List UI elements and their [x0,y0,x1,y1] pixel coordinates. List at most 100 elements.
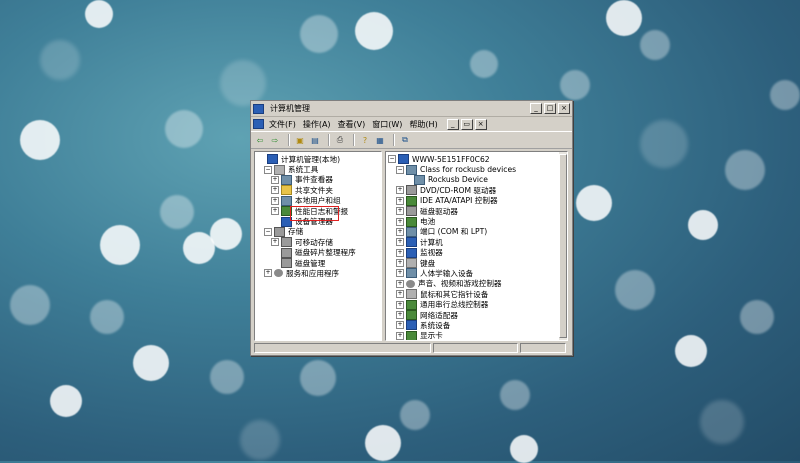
tree-item[interactable]: + 共享文件夹 [257,185,379,196]
child-close-button[interactable]: × [474,118,487,130]
title-bar[interactable]: 计算机管理 _ □ × [251,101,572,117]
device-item[interactable]: + 端口 (COM 和 LPT) [388,226,565,237]
up-folder-icon[interactable]: ▣ [294,135,306,146]
expand-icon[interactable]: + [396,207,404,216]
device-label: Class for rockusb devices [420,165,517,175]
device-item[interactable]: + IDE ATA/ATAPI 控制器 [388,195,565,206]
disk-icon [406,185,417,196]
device-item[interactable]: + 网络适配器 [388,310,565,321]
device-item[interactable]: + 声音、视频和游戏控制器 [388,279,565,289]
expand-icon[interactable]: + [264,269,272,278]
tree-item[interactable]: 磁盘管理 [257,258,379,269]
chip-icon [406,330,417,340]
expand-icon[interactable]: + [271,186,279,195]
expand-icon[interactable]: + [396,269,404,278]
collapse-icon[interactable]: − [264,227,272,236]
device-item[interactable]: + 显示卡 [388,330,565,340]
child-minimize-button[interactable]: _ [446,118,459,130]
console-tree-pane[interactable]: 计算机管理(本地) − 系统工具 + 事件查看器 + 共享文件夹 + 本地用户和组 + 性能日志和警… [254,151,382,341]
toolbar-separator [328,134,330,146]
expand-icon[interactable]: + [396,259,404,268]
expand-icon[interactable]: + [396,227,404,236]
device-label: DVD/CD-ROM 驱动器 [420,185,497,195]
device-item[interactable]: + 监视器 [388,247,565,258]
device-item[interactable]: + 电池 [388,216,565,227]
tree-item[interactable]: + 可移动存储 [257,237,379,248]
device-item[interactable]: Rockusb Device [388,174,565,185]
dev-icon [406,164,417,175]
expand-icon[interactable]: + [271,196,279,205]
dev-icon [406,268,417,279]
print-icon[interactable]: ⎙ [334,135,346,146]
expand-icon[interactable]: + [396,321,404,330]
device-label: Rockusb Device [428,175,488,185]
device-item[interactable]: + 系统设备 [388,320,565,331]
expand-icon[interactable]: + [396,196,404,205]
device-label: 系统设备 [420,320,451,330]
device-item[interactable]: + 人体学输入设备 [388,268,565,279]
menu-window[interactable]: 窗口(W) [372,119,402,130]
tree-label: 服务和应用程序 [286,269,340,278]
expand-icon[interactable]: + [396,186,404,195]
expand-icon[interactable]: + [396,279,404,288]
device-list-pane[interactable]: − WWW-5E151FF0C62− Class for rockusb devic… [385,151,568,341]
tree-item[interactable]: + 本地用户和组 [257,195,379,206]
comp-icon [406,237,417,248]
expand-icon[interactable]: + [271,175,279,184]
window-title: 计算机管理 [270,104,310,113]
menu-help[interactable]: 帮助(H) [409,119,437,130]
tree-item[interactable]: 计算机管理(本地) [257,154,379,165]
collapse-icon[interactable]: − [388,155,396,164]
menu-bar: 文件(F) 操作(A) 查看(V) 窗口(W) 帮助(H) _ ▭ × [251,117,572,131]
disk-icon [281,247,292,258]
collapse-icon[interactable]: − [396,165,404,174]
expand-icon[interactable]: + [396,238,404,247]
folder-icon [281,185,292,196]
menu-file[interactable]: 文件(F) [269,119,296,130]
tree-item[interactable]: + 服务和应用程序 [257,268,379,278]
device-item[interactable]: + 计算机 [388,237,565,248]
tree-item[interactable]: − 系统工具 [257,164,379,175]
mmc-document-icon [253,119,264,129]
minimize-button[interactable]: _ [530,103,542,114]
disk-icon [281,237,292,248]
device-label: 端口 (COM 和 LPT) [420,227,488,237]
chip-icon [406,195,417,206]
tree-item[interactable]: − 存储 [257,226,379,237]
expand-icon[interactable]: + [396,311,404,320]
collapse-icon[interactable]: − [264,165,272,174]
device-item[interactable]: + DVD/CD-ROM 驱动器 [388,185,565,196]
menu-action[interactable]: 操作(A) [303,119,331,130]
gear-icon [274,269,283,278]
close-button[interactable]: × [558,103,570,114]
expand-icon[interactable]: + [396,248,404,257]
forward-icon[interactable]: ⇨ [269,135,281,146]
expand-icon[interactable]: + [271,238,279,247]
scan-hardware-icon[interactable]: ⧉ [399,135,411,146]
expand-icon[interactable]: + [396,217,404,226]
help-icon[interactable]: ? [359,135,371,146]
child-restore-button[interactable]: ▭ [460,118,473,130]
comp-icon [267,154,278,165]
expand-icon[interactable]: + [271,207,279,216]
back-icon[interactable]: ⇦ [254,135,266,146]
expand-icon[interactable]: + [396,290,404,299]
device-item[interactable]: − Class for rockusb devices [388,164,565,175]
computer-management-window[interactable]: 计算机管理 _ □ × 文件(F) 操作(A) 查看(V) 窗口(W) 帮助(H… [250,100,573,356]
vertical-scrollbar[interactable] [559,152,567,340]
device-manager-highlight [290,206,339,221]
tree-item[interactable]: + 事件查看器 [257,174,379,185]
device-item[interactable]: + 通用串行总线控制器 [388,299,565,310]
maximize-button[interactable]: □ [544,103,556,114]
properties-icon[interactable]: ▦ [374,135,386,146]
tree-label: 磁盘碎片整理程序 [295,248,356,258]
menu-view[interactable]: 查看(V) [338,119,366,130]
device-item[interactable]: + 键盘 [388,258,565,269]
expand-icon[interactable]: + [396,331,404,340]
expand-icon[interactable]: + [396,300,404,309]
device-item[interactable]: − WWW-5E151FF0C62 [388,154,565,165]
tree-item[interactable]: 磁盘碎片整理程序 [257,247,379,258]
device-item[interactable]: + 鼠标和其它指针设备 [388,289,565,300]
show-hide-tree-icon[interactable]: ▤ [309,135,321,146]
device-item[interactable]: + 磁盘驱动器 [388,206,565,217]
